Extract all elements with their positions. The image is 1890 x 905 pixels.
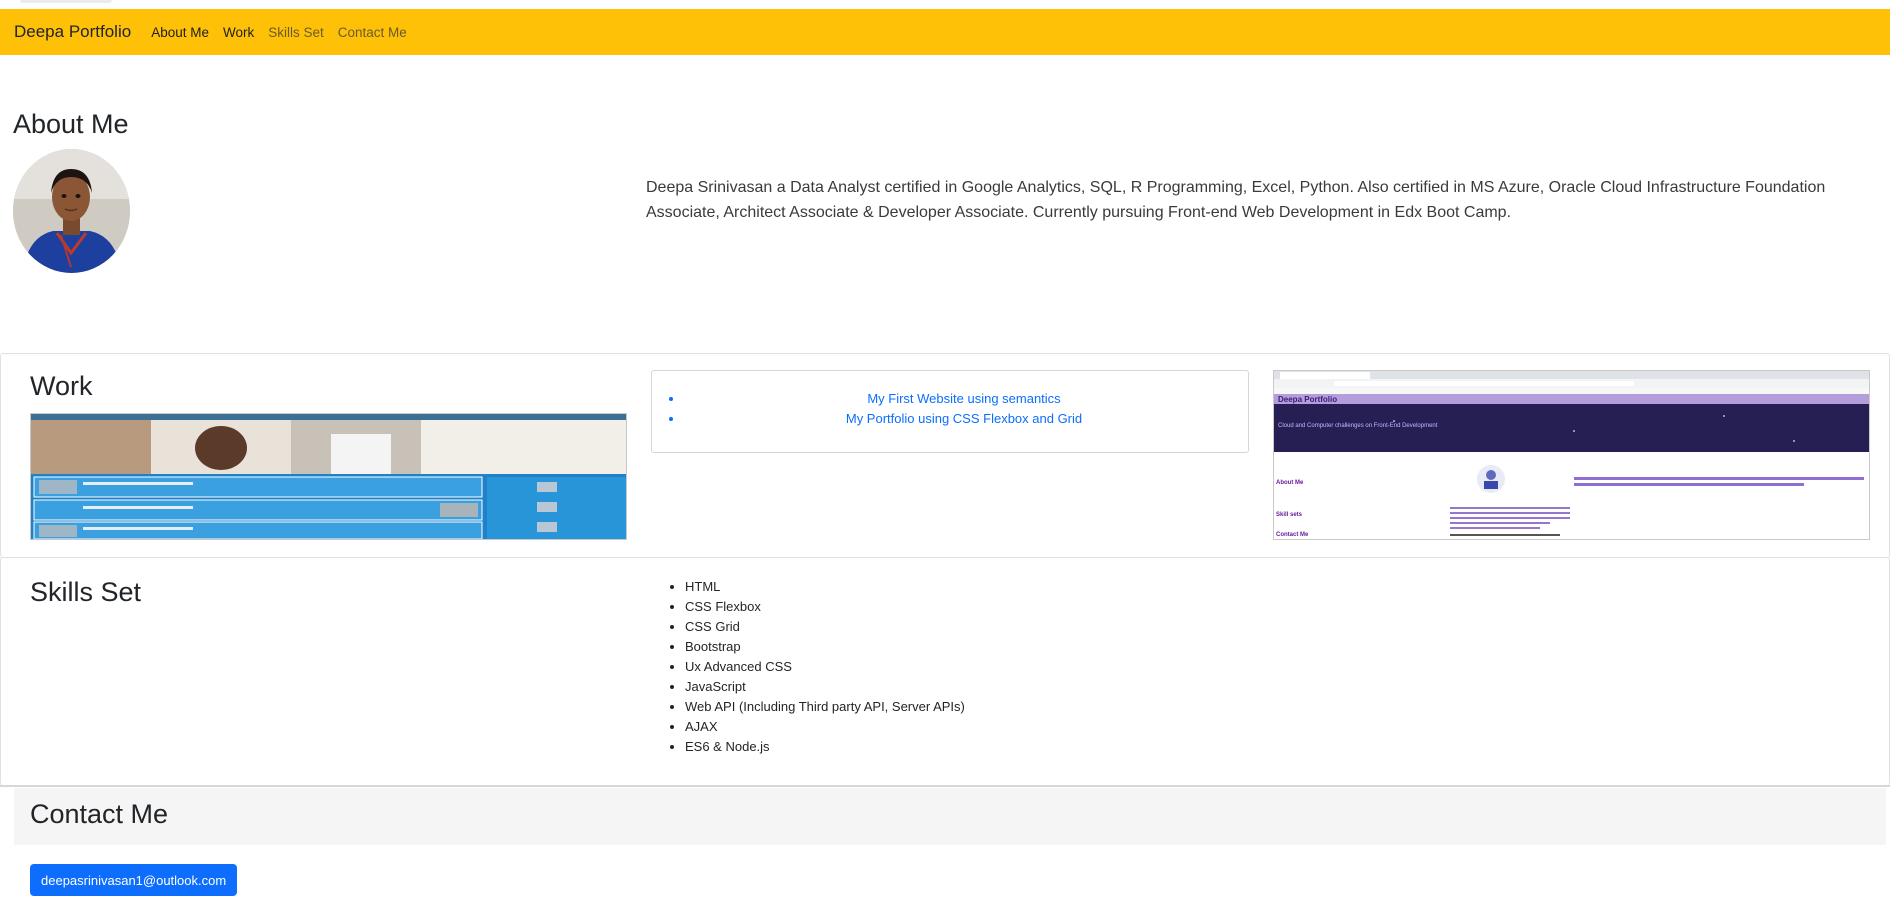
project-list-item: My Portfolio using CSS Flexbox and Grid (684, 409, 1244, 429)
skill-item: AJAX (685, 717, 965, 737)
skills-list: HTML CSS Flexbox CSS Grid Bootstrap Ux A… (665, 577, 965, 757)
thumb2-section-about: About Me (1276, 480, 1304, 486)
profile-photo-image (13, 149, 130, 273)
skills-set-heading: Skills Set (30, 577, 142, 607)
skill-item: HTML (685, 577, 965, 597)
nav-link-skills-set[interactable]: Skills Set (268, 25, 324, 40)
project-thumbnail-portfolio[interactable]: Deepa Portfolio Cloud and Computer chall… (1273, 370, 1870, 540)
top-navbar: Deepa Portfolio About Me Work Skills Set… (0, 9, 1890, 55)
projects-list: My First Website using semantics My Port… (652, 389, 1244, 429)
skill-item: Bootstrap (685, 637, 965, 657)
contact-divider (0, 785, 1890, 787)
skill-item: CSS Grid (685, 617, 965, 637)
projects-list-card: My First Website using semantics My Port… (651, 370, 1249, 453)
nav-link-about-me[interactable]: About Me (151, 25, 209, 40)
tab-ghost (20, 0, 112, 3)
about-me-description: Deepa Srinivasan a Data Analyst certifie… (646, 179, 1826, 221)
work-heading: Work (30, 371, 93, 401)
nav-link-work[interactable]: Work (223, 25, 254, 40)
portfolio-screenshot: Deepa Portfolio Cloud and Computer chall… (1274, 371, 1869, 539)
contact-me-heading: Contact Me (30, 799, 169, 829)
skill-item: CSS Flexbox (685, 597, 965, 617)
thumb2-banner: Cloud and Computer challenges on Front-E… (1278, 423, 1438, 429)
thumb2-section-contact: Contact Me (1276, 532, 1309, 538)
browser-top-strip (0, 0, 1890, 9)
contact-header-band (14, 788, 1886, 845)
navbar-brand[interactable]: Deepa Portfolio (14, 22, 131, 42)
thumb2-section-skills: Skill sets (1276, 512, 1303, 518)
about-me-heading: About Me (13, 109, 129, 139)
email-button[interactable]: deepasrinivasan1@outlook.com (30, 864, 238, 896)
skill-item: Ux Advanced CSS (685, 657, 965, 677)
skill-item: Web API (Including Third party API, Serv… (685, 697, 965, 717)
thumb2-brand: Deepa Portfolio (1278, 395, 1337, 404)
project-thumbnail-first-website[interactable] (30, 413, 627, 540)
profile-avatar (13, 149, 130, 273)
skill-item: JavaScript (685, 677, 965, 697)
skill-item: ES6 & Node.js (685, 737, 965, 757)
project-link-portfolio-flexbox-grid[interactable]: My Portfolio using CSS Flexbox and Grid (846, 411, 1082, 426)
nav-link-contact-me[interactable]: Contact Me (338, 25, 407, 40)
project-list-item: My First Website using semantics (684, 389, 1244, 409)
project-link-first-website[interactable]: My First Website using semantics (867, 391, 1060, 406)
first-website-screenshot (31, 414, 626, 539)
